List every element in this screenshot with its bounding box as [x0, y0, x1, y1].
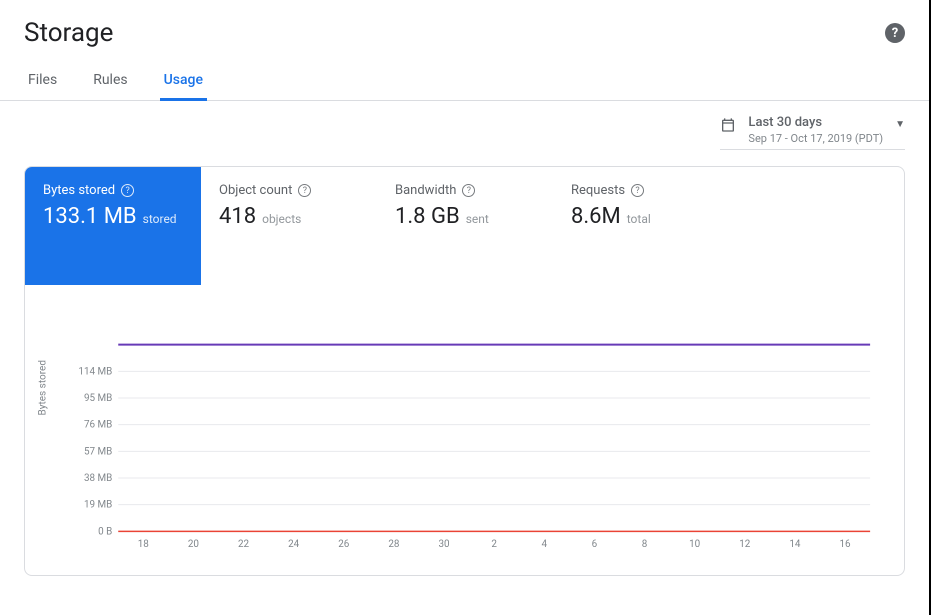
calendar-icon [720, 117, 736, 133]
svg-text:2: 2 [491, 539, 497, 550]
metric-suffix: stored [143, 212, 177, 226]
usage-chart: 114 MB95 MB76 MB57 MB38 MB19 MB0 B182022… [49, 325, 880, 551]
svg-text:10: 10 [689, 539, 700, 550]
metrics-row: Bytes stored ? 133.1 MB stored Object co… [25, 167, 904, 285]
metric-suffix: sent [466, 212, 489, 226]
metric-value: 418 [219, 204, 256, 229]
svg-text:57 MB: 57 MB [84, 446, 112, 457]
usage-card: Bytes stored ? 133.1 MB stored Object co… [24, 166, 905, 576]
svg-text:19 MB: 19 MB [84, 500, 112, 511]
svg-text:95 MB: 95 MB [84, 393, 112, 404]
svg-text:16: 16 [839, 539, 851, 550]
svg-text:4: 4 [542, 539, 548, 550]
date-range-label: Last 30 days [748, 115, 883, 130]
svg-text:20: 20 [188, 539, 199, 550]
svg-text:22: 22 [238, 539, 250, 550]
svg-text:38 MB: 38 MB [84, 473, 112, 484]
tab-rules[interactable]: Rules [89, 64, 131, 101]
tab-usage[interactable]: Usage [160, 64, 207, 101]
metric-bytes-stored[interactable]: Bytes stored ? 133.1 MB stored [25, 167, 201, 285]
svg-text:14: 14 [789, 539, 801, 550]
info-icon[interactable]: ? [121, 184, 134, 197]
svg-text:26: 26 [338, 539, 350, 550]
metric-bandwidth[interactable]: Bandwidth ? 1.8 GB sent [377, 167, 553, 285]
svg-text:0 B: 0 B [98, 526, 112, 537]
svg-text:24: 24 [288, 539, 300, 550]
metric-requests[interactable]: Requests ? 8.6M total [553, 167, 729, 285]
tab-files[interactable]: Files [24, 64, 61, 101]
metric-value: 1.8 GB [395, 204, 460, 229]
metric-value: 133.1 MB [43, 204, 137, 229]
svg-text:12: 12 [739, 539, 751, 550]
metric-label: Bytes stored [43, 183, 115, 198]
svg-text:8: 8 [642, 539, 648, 550]
metric-label: Bandwidth [395, 183, 456, 198]
metric-label: Object count [219, 183, 292, 198]
info-icon[interactable]: ? [631, 184, 644, 197]
chart-ylabel: Bytes stored [38, 360, 49, 415]
date-range-sub: Sep 17 - Oct 17, 2019 (PDT) [748, 132, 883, 145]
metric-suffix: total [627, 212, 651, 226]
metric-object-count[interactable]: Object count ? 418 objects [201, 167, 377, 285]
svg-text:30: 30 [438, 539, 449, 550]
svg-text:6: 6 [592, 539, 598, 550]
chart-area: Bytes stored 114 MB 95 MB 76 MB 57 MB 38 MB 1… [25, 285, 904, 575]
metric-label: Requests [571, 183, 625, 198]
info-icon[interactable]: ? [298, 184, 311, 197]
chevron-down-icon: ▼ [895, 119, 905, 130]
svg-text:76 MB: 76 MB [84, 420, 112, 431]
date-range-selector[interactable]: Last 30 days Sep 17 - Oct 17, 2019 (PDT)… [720, 115, 905, 150]
svg-text:28: 28 [388, 539, 399, 550]
tabs: Files Rules Usage [0, 56, 929, 101]
info-icon[interactable]: ? [462, 184, 475, 197]
metric-value: 8.6M [571, 204, 621, 229]
svg-text:18: 18 [138, 539, 149, 550]
help-icon[interactable]: ? [885, 23, 905, 43]
metric-suffix: objects [262, 212, 301, 226]
page-title: Storage [24, 18, 113, 48]
svg-text:114 MB: 114 MB [78, 366, 112, 377]
